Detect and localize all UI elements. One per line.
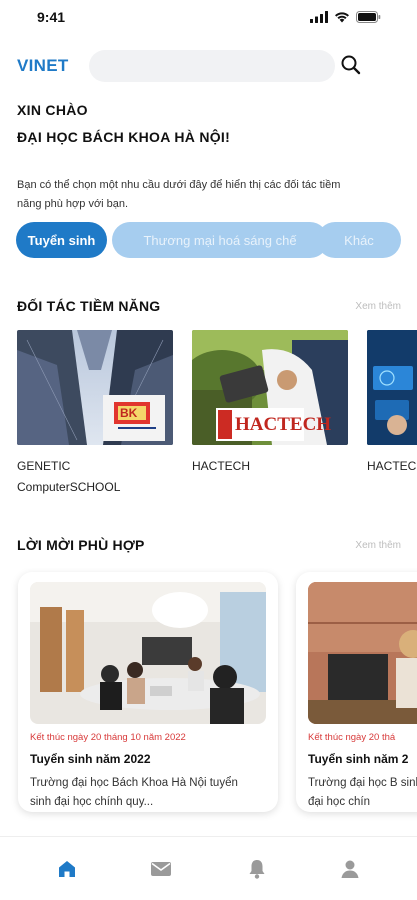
offer-title: Tuyển sinh năm 2 xyxy=(308,752,409,766)
partner-logo-text: BK xyxy=(120,406,138,420)
intro-text: Bạn có thể chọn một nhu cầu dưới đây để … xyxy=(17,179,341,210)
partner-name: HACTECH xyxy=(367,459,417,473)
offer-card[interactable]: Kết thúc ngày 20 tháng 10 năm 2022 Tuyển… xyxy=(18,572,278,812)
chip-thuong-mai-hoa[interactable]: Thương mại hoá sáng chế xyxy=(112,222,328,258)
offer-title: Tuyển sinh năm 2022 xyxy=(30,752,151,766)
bottom-tab-bar xyxy=(0,836,417,900)
offers-section-title: LỜI MỜI PHÙ HỢP xyxy=(17,537,145,553)
status-bar: 9:41 xyxy=(0,0,417,36)
battery-icon xyxy=(356,11,381,23)
greeting-line-2: ĐẠI HỌC BÁCH KHOA HÀ NỘI! xyxy=(17,129,231,145)
partner-image xyxy=(367,330,417,445)
mail-icon xyxy=(151,862,171,876)
partner-logo-text: HACTECH xyxy=(235,414,332,435)
header: VINET xyxy=(0,48,417,84)
need-chips: Tuyển sinh Thương mại hoá sáng chế Khác xyxy=(16,222,417,258)
tab-messages[interactable] xyxy=(141,851,181,887)
partners-carousel: BK GENETIC ComputerSCHOOL HACTECH HACTEC… xyxy=(0,330,417,500)
offer-image xyxy=(30,582,266,724)
signal-icon xyxy=(310,11,328,23)
partner-card[interactable]: BK GENETIC ComputerSCHOOL xyxy=(17,330,173,498)
status-time: 9:41 xyxy=(37,9,66,25)
partners-see-more-link[interactable]: Xem thêm xyxy=(355,301,401,312)
user-icon xyxy=(341,860,359,878)
status-icons xyxy=(310,11,381,23)
offers-see-more-link[interactable]: Xem thêm xyxy=(355,540,401,551)
chip-khac[interactable]: Khác xyxy=(317,222,401,258)
partner-card[interactable]: HACTECH xyxy=(367,330,417,477)
tab-profile[interactable] xyxy=(330,851,370,887)
partner-card[interactable]: HACTECH HACTECH xyxy=(192,330,348,477)
bell-icon xyxy=(249,860,265,879)
chip-tuyen-sinh[interactable]: Tuyển sinh xyxy=(16,222,107,258)
offer-end-date: Kết thúc ngày 20 thá xyxy=(308,732,396,743)
tab-home[interactable] xyxy=(47,851,87,887)
partner-image: BK xyxy=(17,330,173,445)
home-icon xyxy=(59,861,75,877)
tab-notifications[interactable] xyxy=(237,851,277,887)
wifi-icon xyxy=(335,12,349,23)
partner-image: HACTECH xyxy=(192,330,348,445)
partner-name: HACTECH xyxy=(192,459,251,473)
offer-description: Trường đại học Bách Khoa Hà Nội tuyển si… xyxy=(30,777,238,808)
offer-image xyxy=(308,582,417,724)
partners-section-title: ĐỐI TÁC TIỀM NĂNG xyxy=(17,298,161,314)
offer-description: Trường đại học B sinh đại học chín xyxy=(308,777,417,808)
offer-card[interactable]: Kết thúc ngày 20 thá Tuyển sinh năm 2 Tr… xyxy=(296,572,417,812)
brand-logo[interactable]: VINET xyxy=(17,56,69,76)
search-input[interactable] xyxy=(89,50,335,82)
offer-end-date: Kết thúc ngày 20 tháng 10 năm 2022 xyxy=(30,732,186,743)
search-icon[interactable] xyxy=(339,53,363,77)
partner-name: GENETIC ComputerSCHOOL xyxy=(17,459,121,494)
greeting-line-1: XIN CHÀO xyxy=(17,102,88,118)
offers-carousel: Kết thúc ngày 20 tháng 10 năm 2022 Tuyển… xyxy=(0,568,417,828)
